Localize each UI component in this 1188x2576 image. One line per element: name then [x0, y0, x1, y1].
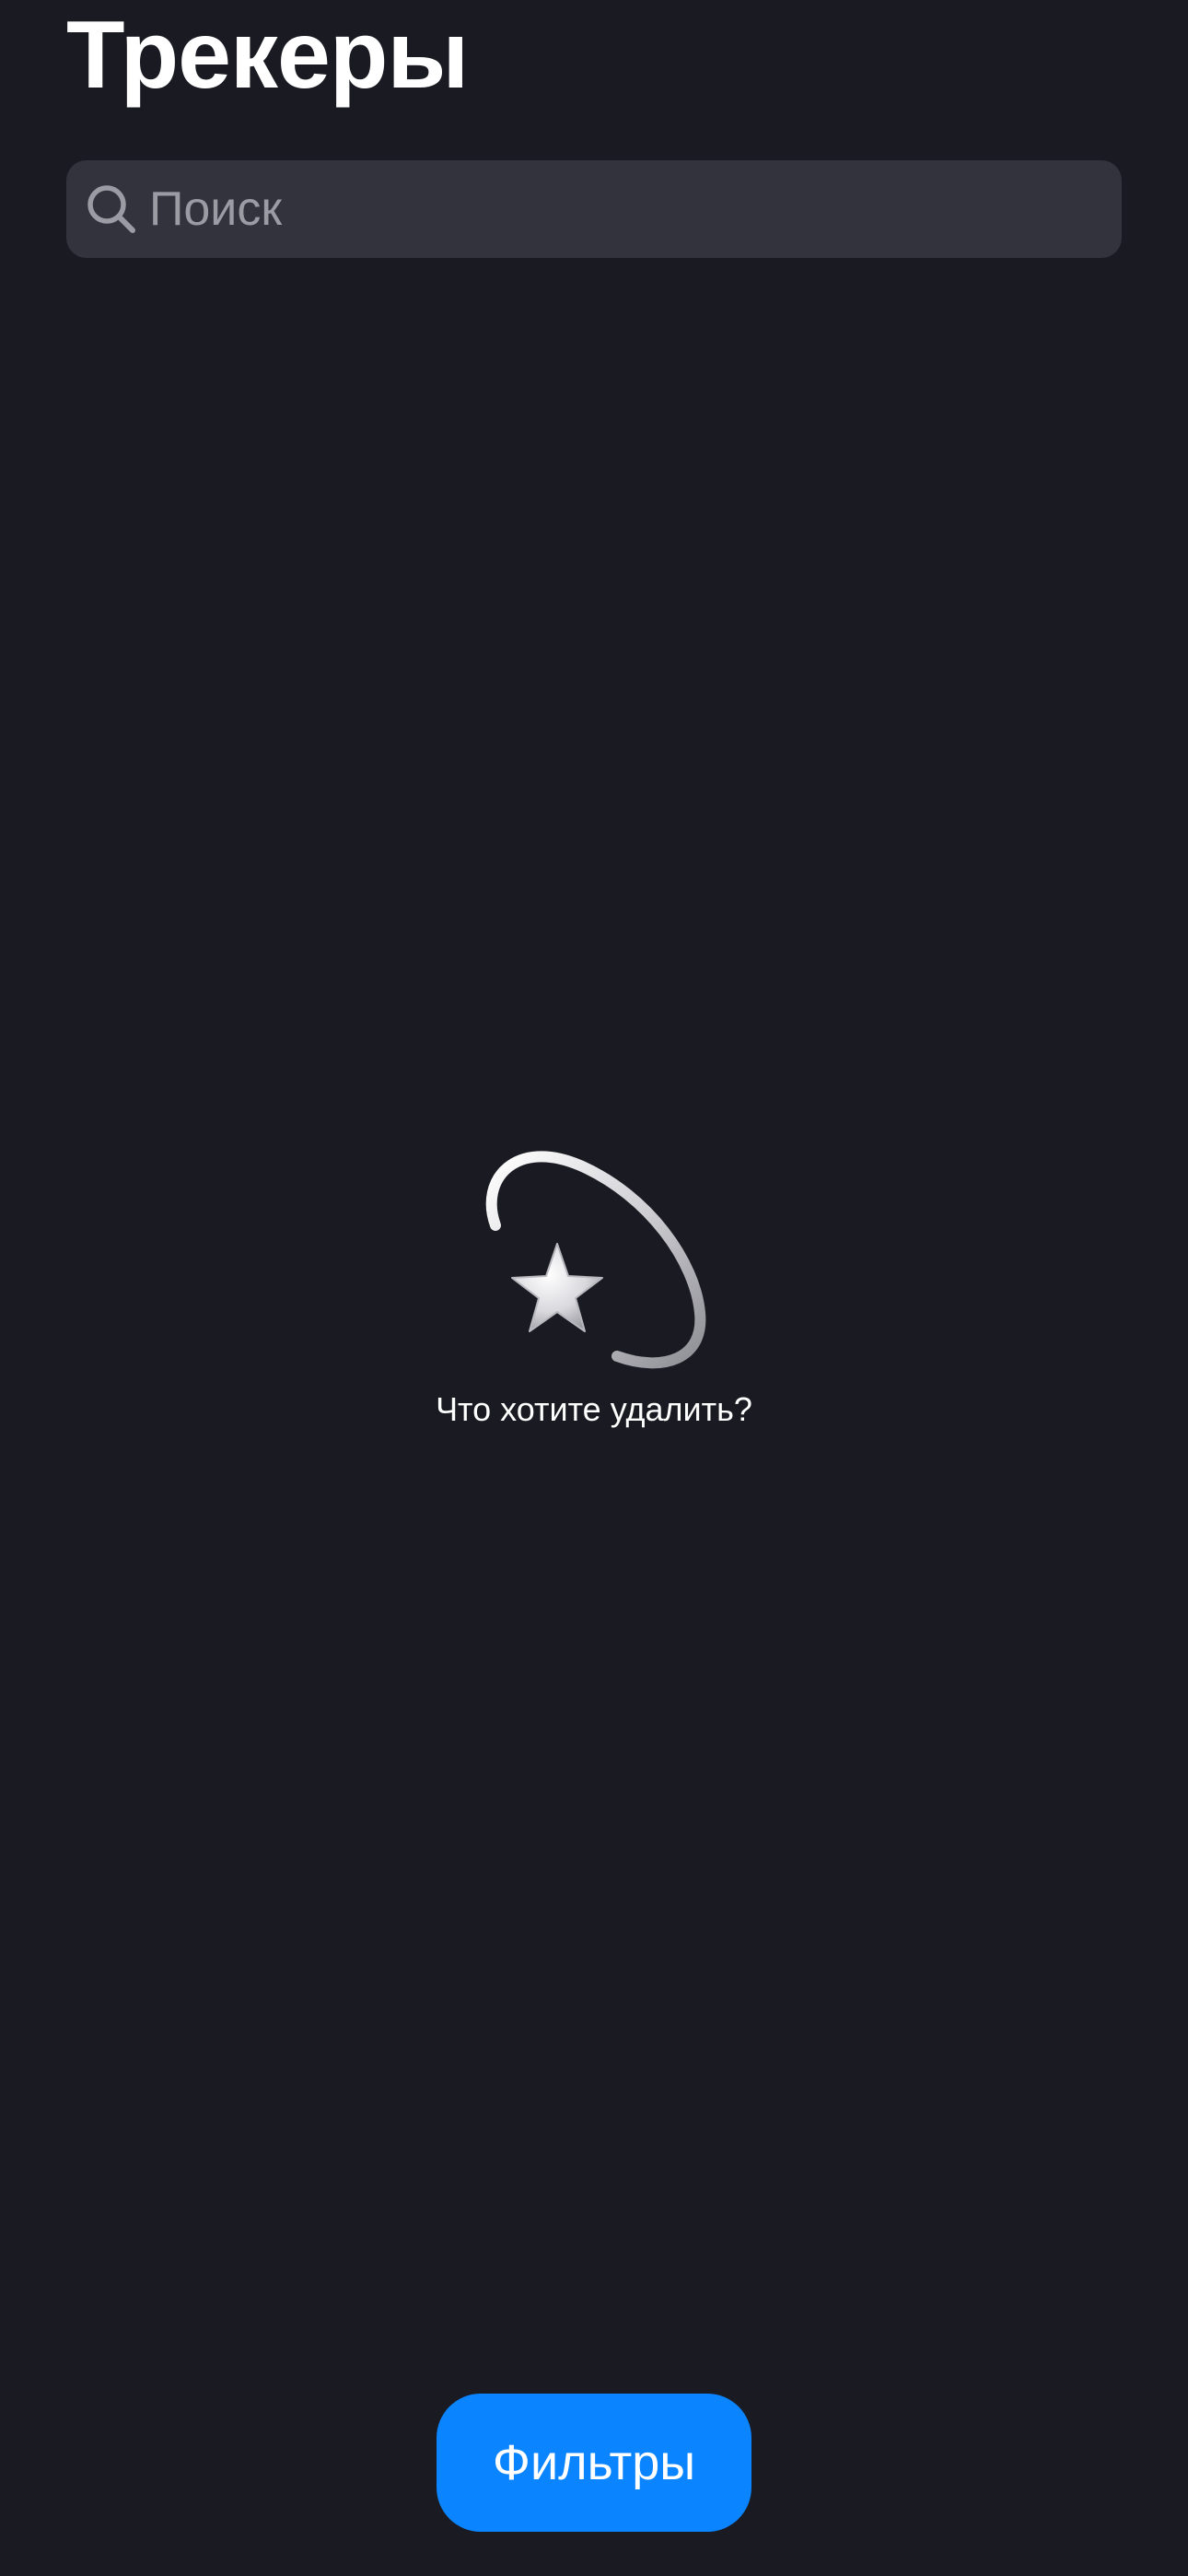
- dizzy-star-icon: [479, 1142, 709, 1373]
- search-icon: [85, 182, 138, 236]
- empty-state-caption: Что хотите удалить?: [436, 1390, 752, 1428]
- filters-button[interactable]: Фильтры: [437, 2394, 751, 2532]
- page-title: Трекеры: [66, 2, 469, 109]
- search-input[interactable]: Поиск: [149, 160, 1100, 258]
- search-bar[interactable]: Поиск: [66, 160, 1122, 258]
